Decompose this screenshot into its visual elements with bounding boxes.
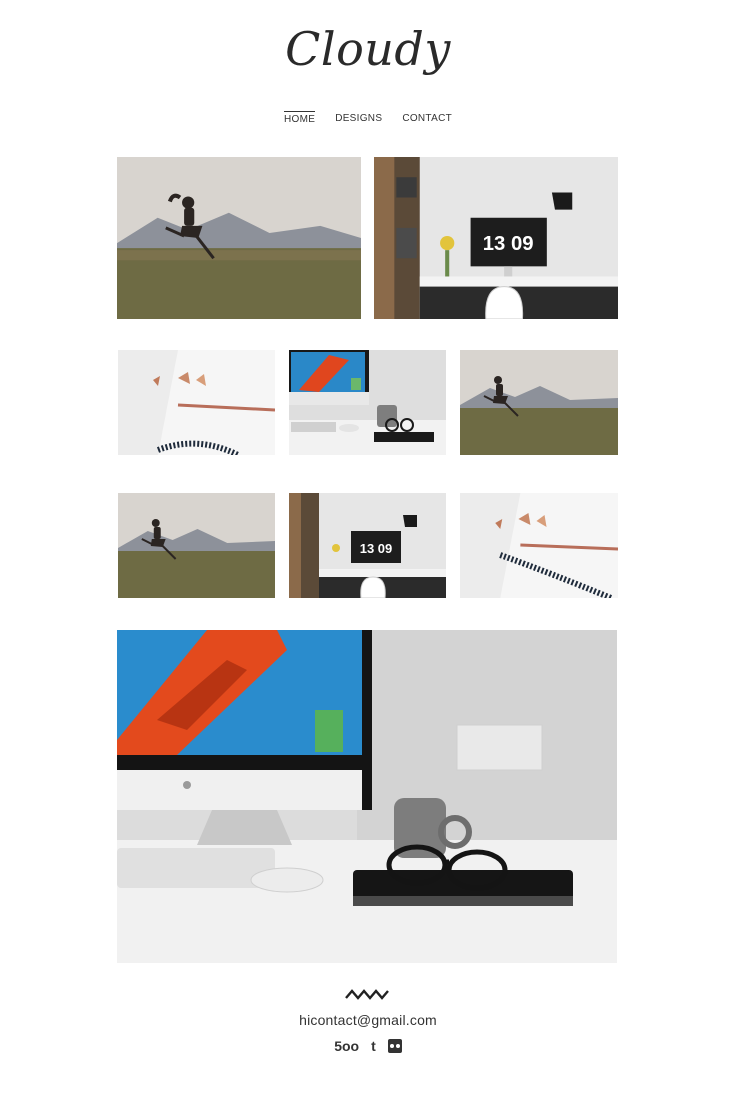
- 500px-icon[interactable]: 5oo: [334, 1038, 359, 1054]
- main-nav: HOME DESIGNS CONTACT: [0, 111, 736, 125]
- footer: hicontact@gmail.com 5oo t: [0, 988, 736, 1054]
- photo-jumping-woman[interactable]: [117, 157, 361, 319]
- nav-home[interactable]: HOME: [283, 111, 316, 125]
- tumblr-icon[interactable]: t: [371, 1038, 376, 1054]
- photo-pencil-notebook[interactable]: [118, 350, 275, 455]
- nav-designs[interactable]: DESIGNS: [335, 111, 382, 125]
- site-logo[interactable]: Cloudy: [0, 22, 736, 76]
- photo-pencil-notebook-2[interactable]: [460, 493, 618, 598]
- clock-text-small: 13 09: [360, 541, 393, 556]
- photo-imac-desk[interactable]: [289, 350, 446, 455]
- contact-email[interactable]: hicontact@gmail.com: [0, 1012, 736, 1028]
- photo-desk-clock[interactable]: 13 09: [374, 157, 618, 319]
- photo-desk-clock-2[interactable]: 13 09: [289, 493, 446, 598]
- photo-imac-desk-large[interactable]: [117, 630, 617, 963]
- photo-jumping-woman-3[interactable]: [118, 493, 275, 598]
- clock-text: 13 09: [483, 233, 534, 255]
- flickr-icon[interactable]: [387, 1039, 402, 1053]
- photo-jumping-woman-2[interactable]: [460, 350, 618, 455]
- zigzag-divider-icon: [345, 989, 389, 1000]
- nav-contact[interactable]: CONTACT: [402, 111, 452, 125]
- social-links: 5oo t: [0, 1038, 736, 1054]
